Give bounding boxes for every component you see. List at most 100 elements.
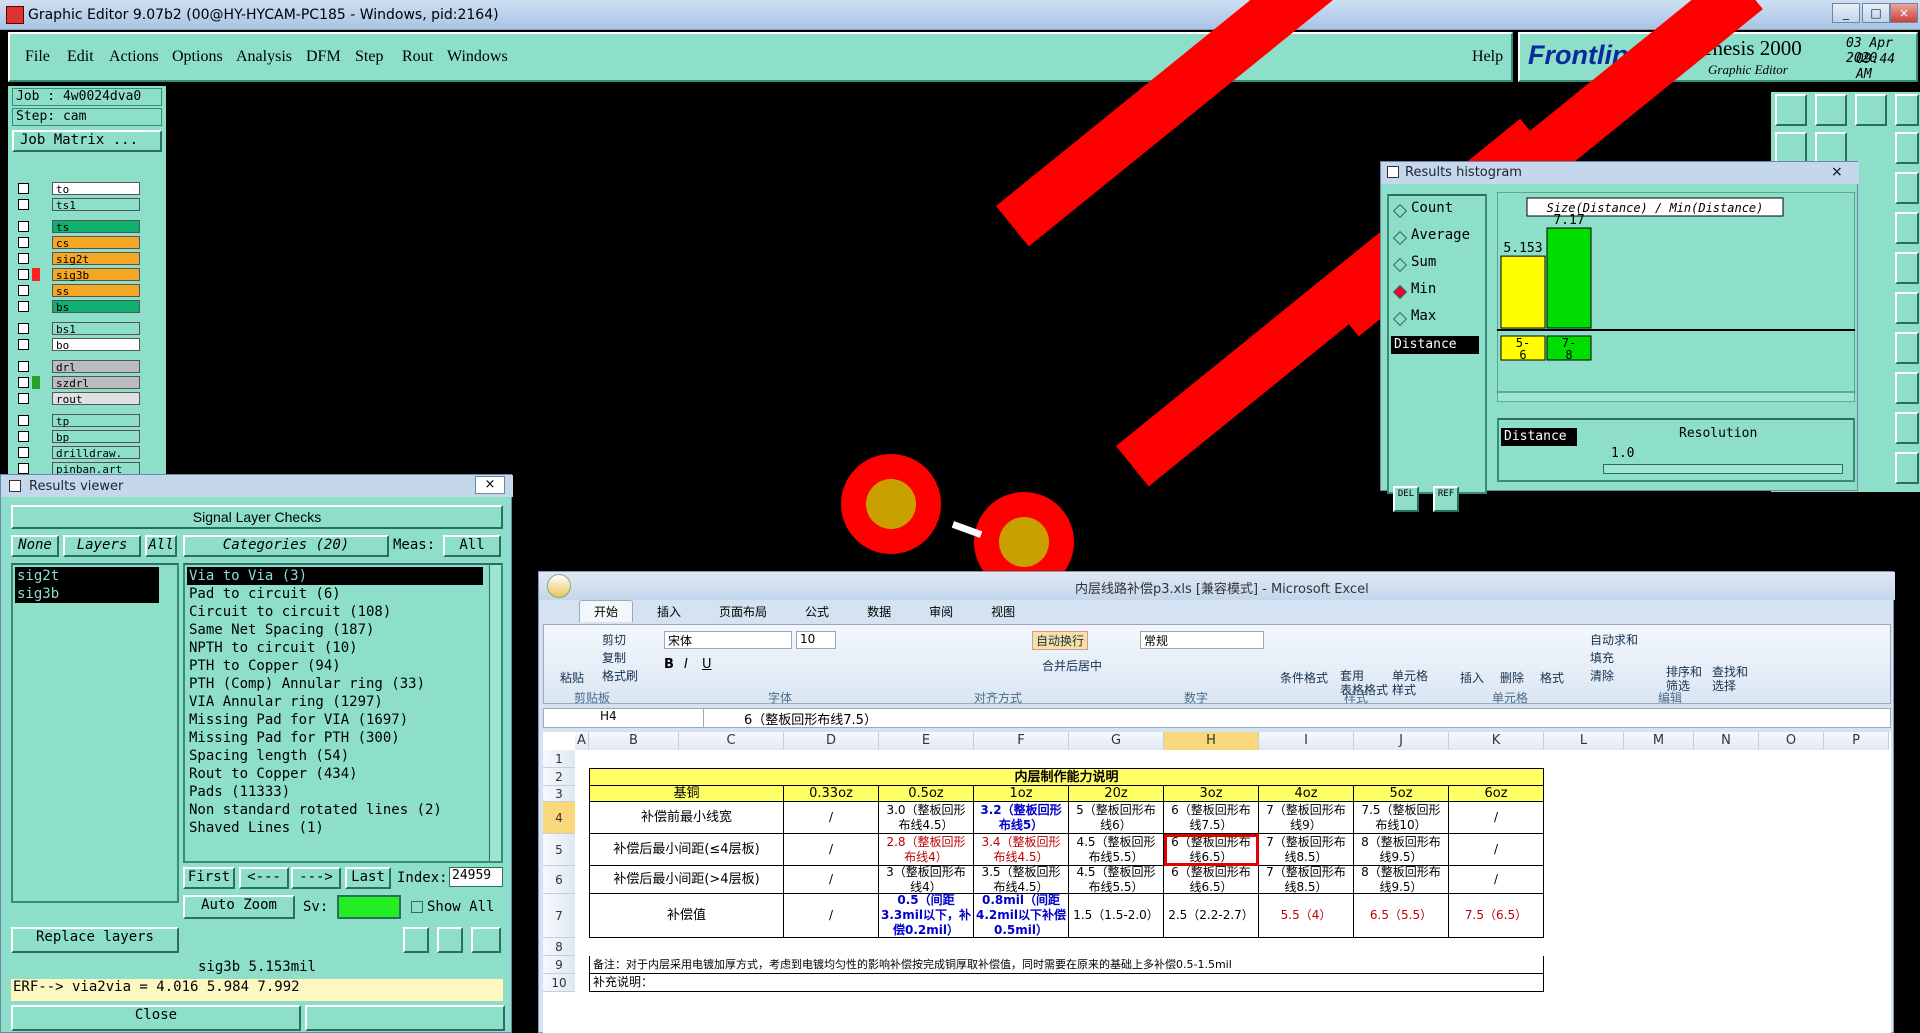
layer-checkbox[interactable] bbox=[18, 199, 29, 210]
merge-center-button[interactable]: 合并后居中 bbox=[1042, 657, 1102, 674]
data-cell[interactable]: 6（整板回形布线6.5） bbox=[1164, 866, 1259, 894]
layer-row[interactable]: ts1 bbox=[12, 198, 140, 212]
toolbar-tool-icon[interactable] bbox=[1895, 132, 1919, 164]
data-cell[interactable]: 7（整板回形布线9） bbox=[1259, 802, 1354, 834]
data-cell[interactable]: 3.5（整板回形布线4.5） bbox=[974, 866, 1069, 894]
data-cell[interactable]: 1.5（1.5-2.0） bbox=[1069, 894, 1164, 938]
column-header[interactable]: O bbox=[1759, 732, 1824, 750]
layer-row[interactable]: ts bbox=[12, 220, 140, 234]
histogram-bar[interactable] bbox=[1500, 255, 1546, 329]
header-cell[interactable]: 0.33oz bbox=[784, 786, 879, 802]
data-cell[interactable]: 2.5（2.2-2.7） bbox=[1164, 894, 1259, 938]
column-header[interactable]: M bbox=[1624, 732, 1694, 750]
data-cell[interactable]: / bbox=[1449, 866, 1544, 894]
data-cell[interactable]: 3（整板回形布线4） bbox=[879, 866, 974, 894]
layer-checkbox[interactable] bbox=[18, 237, 29, 248]
row-header[interactable]: 4 bbox=[543, 802, 575, 834]
measure-select[interactable]: Distance bbox=[1391, 336, 1479, 354]
layer-checkbox[interactable] bbox=[18, 221, 29, 232]
font-name-select[interactable]: 宋体 bbox=[664, 631, 792, 649]
layer-checkbox[interactable] bbox=[18, 431, 29, 442]
category-item[interactable]: Rout to Copper (434) bbox=[187, 765, 483, 783]
data-cell[interactable]: / bbox=[1449, 802, 1544, 834]
format-painter-button[interactable]: 格式刷 bbox=[602, 667, 638, 684]
layer-checkbox[interactable] bbox=[18, 301, 29, 312]
ref-button[interactable]: REF bbox=[1433, 486, 1459, 512]
chart-scrollbar[interactable] bbox=[1497, 391, 1855, 402]
header-cell[interactable]: 4oz bbox=[1259, 786, 1354, 802]
menu-file[interactable]: File bbox=[25, 48, 50, 66]
header-cell[interactable]: 0.5oz bbox=[879, 786, 974, 802]
data-cell[interactable]: 3.2（整板回形布线5） bbox=[974, 802, 1069, 834]
column-header[interactable]: J bbox=[1354, 732, 1449, 750]
row-header[interactable]: 7 bbox=[543, 894, 575, 938]
category-item[interactable]: VIA Annular ring (1297) bbox=[187, 693, 483, 711]
option-radio-icon[interactable] bbox=[1392, 257, 1408, 273]
data-cell[interactable]: 7（整板回形布线8.5） bbox=[1259, 866, 1354, 894]
cell-style-button[interactable]: 单元格 样式 bbox=[1392, 669, 1428, 697]
data-cell[interactable]: / bbox=[1449, 834, 1544, 866]
conditional-format-button[interactable]: 条件格式 bbox=[1280, 669, 1328, 686]
categories-button[interactable]: Categories (20) bbox=[183, 535, 389, 557]
menu-windows[interactable]: Windows bbox=[447, 48, 508, 66]
selected-layer-item[interactable]: sig3b bbox=[15, 585, 159, 603]
formula-input[interactable]: 6（整板回形布线7.5） bbox=[744, 709, 877, 728]
toolbar-tool-icon[interactable] bbox=[1895, 332, 1919, 364]
categories-scrollbar[interactable] bbox=[489, 565, 501, 861]
toolbar-tool-icon[interactable] bbox=[1895, 212, 1919, 244]
stat-option-label[interactable]: Average bbox=[1411, 227, 1470, 243]
option-radio-icon[interactable] bbox=[1392, 230, 1408, 246]
menu-options[interactable]: Options bbox=[172, 48, 223, 66]
category-item[interactable]: Via to Via (3) bbox=[187, 567, 483, 585]
data-cell[interactable]: 6（整板回形布线7.5） bbox=[1164, 802, 1259, 834]
layer-row[interactable]: sig2t bbox=[12, 252, 140, 266]
stat-option-label[interactable]: Count bbox=[1411, 200, 1453, 216]
category-item[interactable]: Circuit to circuit (108) bbox=[187, 603, 483, 621]
layer-row[interactable]: drl bbox=[12, 360, 140, 374]
category-item[interactable]: Pads (11333) bbox=[187, 783, 483, 801]
menu-rout[interactable]: Rout bbox=[402, 48, 433, 66]
data-cell[interactable]: 6（整板回形布线6.5） bbox=[1164, 834, 1259, 866]
data-cell[interactable]: 0.5（间距3.3mil以下，补偿0.2mil） bbox=[879, 894, 974, 938]
stat-option-label[interactable]: Sum bbox=[1411, 254, 1436, 270]
toolbar-tool-icon[interactable] bbox=[1895, 372, 1919, 404]
ribbon-tab[interactable]: 数据 bbox=[853, 601, 905, 623]
data-cell[interactable]: 3.0（整板回形布线4.5） bbox=[879, 802, 974, 834]
prev-button[interactable]: <--- bbox=[239, 867, 289, 889]
maximize-button[interactable]: □ bbox=[1862, 3, 1890, 23]
meas-select[interactable]: All bbox=[443, 535, 501, 557]
menu-actions[interactable]: Actions bbox=[109, 48, 159, 66]
layer-checkbox[interactable] bbox=[18, 323, 29, 334]
ribbon-tab[interactable]: 插入 bbox=[643, 601, 695, 623]
toolbar-tool-icon[interactable] bbox=[1775, 94, 1807, 126]
menu-dfm[interactable]: DFM bbox=[306, 48, 341, 66]
layer-row[interactable]: cs bbox=[12, 236, 140, 250]
row-label-cell[interactable]: 补偿后最小间距(≤4层板) bbox=[589, 834, 784, 866]
data-cell[interactable]: / bbox=[784, 866, 879, 894]
sv-color-select[interactable] bbox=[337, 895, 401, 919]
show-all-checkbox[interactable] bbox=[411, 901, 423, 913]
delete-cells-button[interactable]: 删除 bbox=[1500, 669, 1524, 686]
layer-row[interactable]: rout bbox=[12, 392, 140, 406]
layer-row[interactable]: bo bbox=[12, 338, 140, 352]
column-header[interactable]: K bbox=[1449, 732, 1544, 750]
format-cells-button[interactable]: 格式 bbox=[1540, 669, 1564, 686]
header-cell[interactable]: 5oz bbox=[1354, 786, 1449, 802]
column-header[interactable]: C bbox=[679, 732, 784, 750]
layer-checkbox[interactable] bbox=[18, 339, 29, 350]
ref-icon[interactable] bbox=[437, 927, 463, 953]
layer-checkbox[interactable] bbox=[18, 463, 29, 474]
layer-checkbox[interactable] bbox=[18, 393, 29, 404]
header-cell[interactable]: 1oz bbox=[974, 786, 1069, 802]
row-header[interactable]: 3 bbox=[543, 786, 575, 802]
layer-row[interactable]: bs1 bbox=[12, 322, 140, 336]
column-header[interactable]: P bbox=[1824, 732, 1889, 750]
insert-cells-button[interactable]: 插入 bbox=[1460, 669, 1484, 686]
layer-row[interactable]: bp bbox=[12, 430, 140, 444]
category-item[interactable]: Same Net Spacing (187) bbox=[187, 621, 483, 639]
bold-button[interactable]: B bbox=[664, 657, 674, 672]
data-cell[interactable]: 7（整板回形布线8.5） bbox=[1259, 834, 1354, 866]
header-cell[interactable]: 6oz bbox=[1449, 786, 1544, 802]
layer-checkbox[interactable] bbox=[18, 415, 29, 426]
row-header[interactable]: 2 bbox=[543, 768, 575, 786]
